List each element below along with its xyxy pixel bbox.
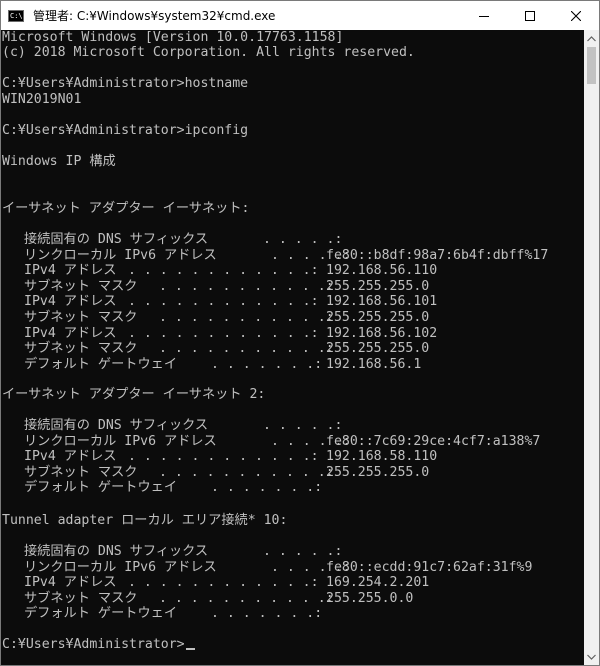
config-entry: リンクローカル IPv6 アドレス. . . . .: fe80::b8df:98… — [1, 248, 584, 264]
maximize-button[interactable] — [507, 1, 553, 30]
console-line: WIN2019N01 — [2, 92, 82, 107]
config-label: サブネット マスク — [24, 310, 138, 325]
config-label: IPv4 アドレス — [24, 326, 117, 341]
scroll-up-button[interactable] — [584, 30, 599, 47]
config-label: 接続固有の DNS サフィックス — [24, 232, 209, 247]
config-dots: . . . . . . . . . . . .: — [128, 294, 319, 309]
config-entry: デフォルト ゲートウェイ . . . . . . .: — [1, 606, 584, 622]
window-controls — [461, 1, 599, 30]
config-entry: リンクローカル IPv6 アドレス. . . . .: fe80::7c69:29… — [1, 434, 584, 450]
config-entry: サブネット マスク . . . . . . . . . . .: 255.255.2… — [1, 341, 584, 357]
scroll-down-button[interactable] — [584, 648, 599, 665]
config-dots: . . . . .: — [263, 418, 343, 433]
config-entry: サブネット マスク . . . . . . . . . . .: 255.255.2… — [1, 279, 584, 295]
config-label: IPv4 アドレス — [24, 449, 117, 464]
config-value: 192.168.56.102 — [326, 326, 438, 341]
config-value: fe80::ecdd:91c7:62af:31f%9 — [326, 560, 533, 575]
config-label: サブネット マスク — [24, 279, 138, 294]
config-value: 255.255.255.0 — [326, 465, 430, 480]
vertical-scrollbar[interactable] — [584, 30, 599, 665]
config-entry: デフォルト ゲートウェイ . . . . . . .: 192.168.56.1 — [1, 357, 584, 373]
config-dots: . . . . .: — [263, 232, 343, 247]
minimize-icon — [479, 15, 489, 17]
config-label: デフォルト ゲートウェイ — [24, 606, 178, 621]
prompt-line[interactable]: C:¥Users¥Administrator> — [2, 637, 195, 653]
chevron-up-icon — [587, 35, 596, 41]
adapter-heading: イーサネット アダプター イーサネット: — [2, 201, 250, 216]
config-label: サブネット マスク — [24, 341, 138, 356]
config-value: 255.255.255.0 — [326, 279, 430, 294]
config-entry: デフォルト ゲートウェイ . . . . . . .: — [1, 480, 584, 496]
config-label: サブネット マスク — [24, 465, 138, 480]
config-entry: IPv4 アドレス . . . . . . . . . . . .: 169.254… — [1, 575, 584, 591]
console-output[interactable]: Microsoft Windows [Version 10.0.17763.11… — [1, 30, 584, 665]
config-label: デフォルト ゲートウェイ — [24, 357, 178, 372]
close-button[interactable] — [553, 1, 599, 30]
config-label: IPv4 アドレス — [24, 294, 117, 309]
chevron-down-icon — [587, 654, 596, 660]
config-dots: . . . . . . .: — [211, 480, 323, 495]
config-entry: IPv4 アドレス . . . . . . . . . . . .: 192.168… — [1, 326, 584, 342]
config-dots: . . . . . . . . . . .: — [159, 341, 334, 356]
config-value: 192.168.56.110 — [326, 263, 438, 278]
config-entry: IPv4 アドレス . . . . . . . . . . . .: 192.168… — [1, 294, 584, 310]
config-value: fe80::7c69:29ce:4cf7:a138%7 — [326, 434, 541, 449]
close-icon — [571, 10, 581, 21]
config-label: 接続固有の DNS サフィックス — [24, 544, 209, 559]
config-value: fe80::b8df:98a7:6b4f:dbff%17 — [326, 248, 549, 263]
window-title: 管理者: C:¥Windows¥system32¥cmd.exe — [33, 9, 276, 23]
config-label: サブネット マスク — [24, 591, 138, 606]
minimize-button[interactable] — [461, 1, 507, 30]
config-dots: . . . . . . . . . . . .: — [128, 575, 319, 590]
config-label: デフォルト ゲートウェイ — [24, 480, 178, 495]
config-dots: . . . . . . .: — [211, 606, 323, 621]
console-line: Windows IP 構成 — [2, 154, 116, 169]
config-value: 192.168.56.101 — [326, 294, 438, 309]
config-dots: . . . . . . . . . . .: — [159, 279, 334, 294]
config-entry: 接続固有の DNS サフィックス . . . . .: — [1, 544, 584, 560]
config-dots: . . . . . . . . . . . .: — [128, 263, 319, 278]
config-entry: サブネット マスク . . . . . . . . . . .: 255.255.2… — [1, 465, 584, 481]
config-value: 255.255.0.0 — [326, 591, 414, 606]
config-dots: . . . . .: — [263, 544, 343, 559]
config-value: 192.168.58.110 — [326, 449, 438, 464]
text-cursor — [185, 648, 195, 650]
final-prompt: C:¥Users¥Administrator> — [2, 637, 185, 652]
config-value: 169.254.2.201 — [326, 575, 430, 590]
config-label: リンクローカル IPv6 アドレス — [24, 560, 217, 575]
config-label: リンクローカル IPv6 アドレス — [24, 248, 217, 263]
title-bar[interactable]: C:\ 管理者: C:¥Windows¥system32¥cmd.exe — [1, 1, 599, 30]
prompt-line: C:¥Users¥Administrator>ipconfig — [2, 123, 249, 138]
config-entry: IPv4 アドレス . . . . . . . . . . . .: 192.168… — [1, 449, 584, 465]
config-dots: . . . . . . . . . . . .: — [128, 326, 319, 341]
prompt-line: C:¥Users¥Administrator>hostname — [2, 76, 249, 91]
config-value: 255.255.255.0 — [326, 310, 430, 325]
config-value: 255.255.255.0 — [326, 341, 430, 356]
console-line: (c) 2018 Microsoft Corporation. All righ… — [2, 45, 415, 60]
config-label: リンクローカル IPv6 アドレス — [24, 434, 217, 449]
config-label: IPv4 アドレス — [24, 575, 117, 590]
adapter-heading: イーサネット アダプター イーサネット 2: — [2, 387, 266, 402]
maximize-icon — [525, 10, 535, 21]
config-dots: . . . . . . . . . . .: — [159, 591, 334, 606]
scroll-thumb[interactable] — [587, 47, 596, 84]
config-dots: . . . . . . . . . . . .: — [128, 449, 319, 464]
config-entry: IPv4 アドレス . . . . . . . . . . . .: 192.168… — [1, 263, 584, 279]
config-entry: サブネット マスク . . . . . . . . . . .: 255.255.2… — [1, 310, 584, 326]
config-value: 192.168.56.1 — [326, 357, 422, 372]
config-entry: サブネット マスク . . . . . . . . . . .: 255.255.0… — [1, 591, 584, 607]
config-label: 接続固有の DNS サフィックス — [24, 418, 209, 433]
config-entry: 接続固有の DNS サフィックス . . . . .: — [1, 232, 584, 248]
console-line: Microsoft Windows [Version 10.0.17763.11… — [2, 30, 344, 45]
config-dots: . . . . . . . . . . .: — [159, 465, 334, 480]
config-entry: 接続固有の DNS サフィックス . . . . .: — [1, 418, 584, 434]
cmd-icon[interactable]: C:\ — [8, 9, 24, 22]
adapter-heading: Tunnel adapter ローカル エリア接続* 10: — [2, 513, 288, 528]
cmd-window: C:\ 管理者: C:¥Windows¥system32¥cmd.exe Mic… — [0, 0, 600, 666]
config-label: IPv4 アドレス — [24, 263, 117, 278]
config-entry: リンクローカル IPv6 アドレス. . . . .: fe80::ecdd:91… — [1, 560, 584, 576]
config-dots: . . . . . . . . . . .: — [159, 310, 334, 325]
config-dots: . . . . . . .: — [211, 357, 323, 372]
